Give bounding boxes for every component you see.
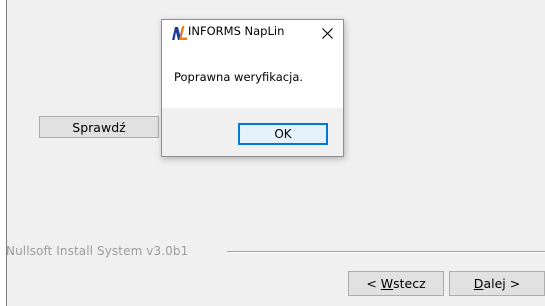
- ok-button-label: OK: [274, 127, 292, 141]
- dialog-titlebar[interactable]: INFORMS NapLin: [162, 20, 343, 47]
- back-button-mnemonic: W: [380, 276, 394, 291]
- naplin-logo-icon: [170, 24, 188, 42]
- message-dialog: INFORMS NapLin Poprawna weryfikacja. OK: [161, 19, 344, 157]
- next-button-rest: alej >: [483, 276, 521, 291]
- dialog-title: INFORMS NapLin: [188, 24, 285, 38]
- back-button[interactable]: < Wstecz: [348, 271, 444, 296]
- back-button-prefix: <: [366, 276, 381, 291]
- nsis-branding-text: Nullsoft Install System v3.0b1: [6, 244, 189, 258]
- dialog-message: Poprawna weryfikacja.: [174, 70, 304, 84]
- dialog-body: Poprawna weryfikacja.: [162, 47, 343, 108]
- next-button[interactable]: Dalej >: [449, 271, 545, 296]
- dialog-footer: OK: [162, 108, 343, 156]
- next-button-mnemonic: D: [473, 276, 484, 291]
- back-button-rest: stecz: [393, 276, 426, 291]
- close-icon[interactable]: [314, 21, 340, 45]
- check-button[interactable]: Sprawdź: [39, 116, 159, 138]
- ok-button[interactable]: OK: [238, 123, 328, 145]
- branding-divider: [227, 251, 545, 253]
- check-button-label: Sprawdź: [72, 119, 126, 135]
- window-left-border: [0, 0, 7, 306]
